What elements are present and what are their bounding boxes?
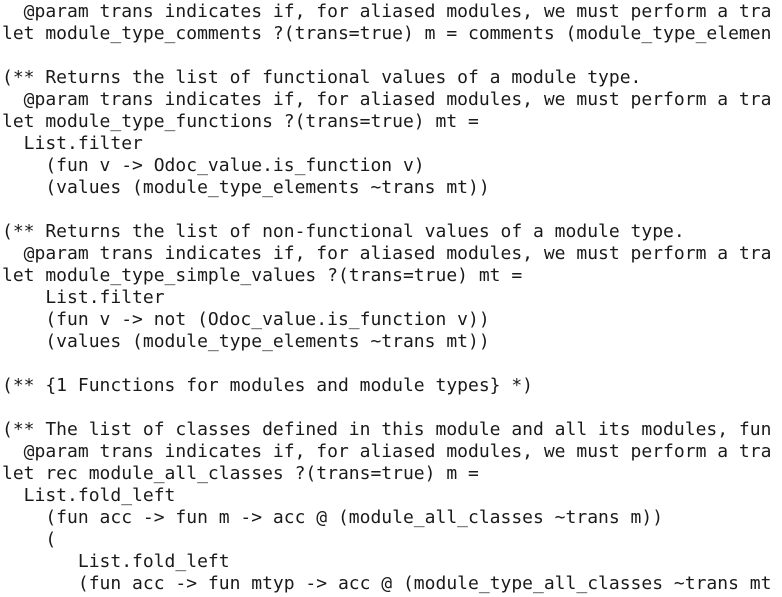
code-line-22: let rec module_all_classes ?(trans=true)…: [2, 463, 479, 484]
code-line-11: (** Returns the list of non-functional v…: [2, 221, 685, 242]
code-line-26: List.fold_left: [2, 551, 230, 572]
code-line-20: (** The list of classes defined in this …: [2, 419, 772, 440]
code-line-15: (fun v -> not (Odoc_value.is_function v)…: [2, 309, 490, 330]
code-line-7: List.filter: [2, 133, 143, 154]
code-line-2: let module_type_comments ?(trans=true) m…: [2, 23, 772, 44]
code-line-14: List.filter: [2, 287, 165, 308]
code-line-25: (: [2, 529, 57, 550]
code-line-9: (values (module_type_elements ~trans mt)…: [2, 177, 490, 198]
code-line-1: @param trans indicates if, for aliased m…: [2, 1, 772, 22]
code-line-21: @param trans indicates if, for aliased m…: [2, 441, 772, 462]
code-line-24: (fun acc -> fun m -> acc @ (module_all_c…: [2, 507, 664, 528]
code-line-18: (** {1 Functions for modules and module …: [2, 375, 534, 396]
code-lines: @param trans indicates if, for aliased m…: [2, 1, 771, 595]
code-line-27: (fun acc -> fun mtyp -> acc @ (module_ty…: [2, 573, 772, 594]
code-line-8: (fun v -> Odoc_value.is_function v): [2, 155, 425, 176]
code-line-23: List.fold_left: [2, 485, 176, 506]
code-line-12: @param trans indicates if, for aliased m…: [2, 243, 772, 264]
code-line-5: @param trans indicates if, for aliased m…: [2, 89, 772, 110]
code-line-4: (** Returns the list of functional value…: [2, 67, 642, 88]
code-line-13: let module_type_simple_values ?(trans=tr…: [2, 265, 523, 286]
code-line-16: (values (module_type_elements ~trans mt)…: [2, 331, 490, 352]
code-editor[interactable]: @param trans indicates if, for aliased m…: [0, 0, 782, 597]
code-line-6: let module_type_functions ?(trans=true) …: [2, 111, 479, 132]
